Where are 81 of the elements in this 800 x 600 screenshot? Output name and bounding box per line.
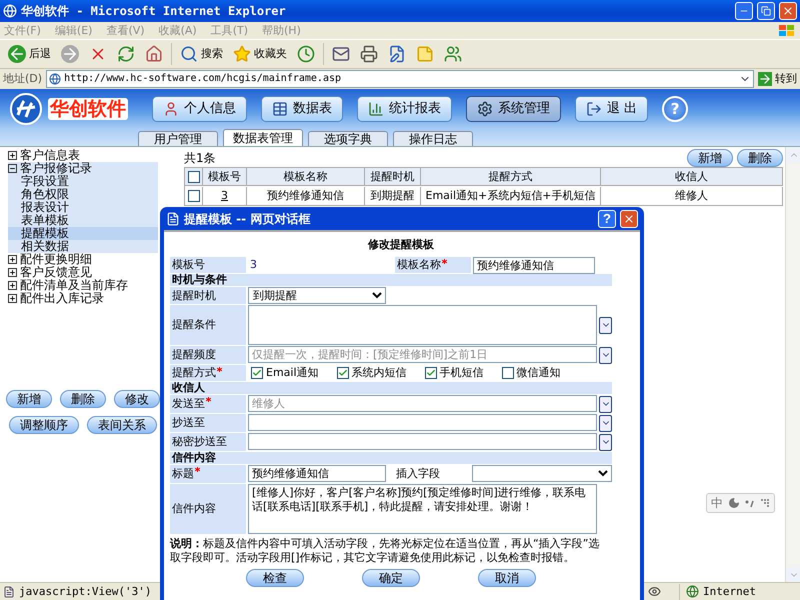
tree-item[interactable]: 角色权限 bbox=[8, 188, 158, 201]
field-label: 秘密抄送至 bbox=[172, 435, 227, 449]
field-label: 提醒方式 bbox=[172, 366, 216, 380]
notify-checkbox[interactable]: 系统内短信 bbox=[336, 366, 407, 380]
dialog-button[interactable]: 检查 bbox=[246, 569, 304, 587]
action-button[interactable]: 修改 bbox=[114, 390, 160, 408]
table-cell: 到期提醒 bbox=[365, 187, 421, 206]
dialog-heading: 修改提醒模板 bbox=[368, 238, 434, 252]
tree-item[interactable]: 客户信息表 bbox=[20, 149, 80, 162]
tab[interactable]: 操作日志 bbox=[393, 131, 473, 146]
text-area[interactable]: [维修人]你好，客户[客户名称]预约[预定维修时间]进行维修，联系电话[联系电话][联系手机]，特此提醒，请安排处理。谢谢！ bbox=[248, 484, 597, 534]
go-button[interactable]: 转到 bbox=[758, 72, 797, 86]
notify-checkbox[interactable]: 手机短信 bbox=[424, 366, 484, 380]
tab[interactable]: 选项字典 bbox=[308, 131, 388, 146]
column-header: 提醒方式 bbox=[421, 167, 601, 186]
record-count: 共1条 bbox=[184, 151, 216, 165]
help-button[interactable]: ? bbox=[598, 210, 616, 228]
nav-button[interactable]: 退 出 bbox=[575, 96, 648, 122]
section-header: 时机与条件 bbox=[170, 274, 612, 286]
tree-item[interactable]: 配件清单及当前库存 bbox=[20, 279, 128, 292]
action-button[interactable]: 删除 bbox=[60, 390, 106, 408]
search-button[interactable]: 搜索 bbox=[178, 43, 225, 65]
note-text: 说明：标题及信件内容中可填入活动字段，先将光标定位在适当位置，再从“插入字段”选取字段即可。活动字段用[]作标记，其它文字请避免使用此标记，以免检查时报错。 bbox=[170, 537, 600, 565]
dialog-title: 提醒模板 -- 网页对话框 bbox=[184, 212, 312, 226]
input-mode: 中 bbox=[711, 496, 723, 510]
dialog-button[interactable]: 取消 bbox=[478, 569, 536, 587]
field-label: 模板名称 bbox=[397, 258, 441, 272]
nav-button[interactable]: 个人信息 bbox=[152, 96, 247, 122]
field-label: 信件内容 bbox=[172, 502, 216, 516]
dialog-button[interactable]: 确定 bbox=[362, 569, 420, 587]
address-label: 地址(D) bbox=[3, 72, 42, 86]
field-value: 3 bbox=[249, 257, 258, 273]
nav-button[interactable]: 数据表 bbox=[261, 96, 343, 122]
address-field[interactable]: http://www.hc-software.com/hcgis/mainframe.asp bbox=[46, 70, 754, 88]
tab[interactable]: 用户管理 bbox=[138, 131, 218, 146]
column-header: 模板名称 bbox=[247, 167, 365, 186]
tree-item[interactable]: 字段设置 bbox=[8, 175, 158, 188]
name-field[interactable]: 预约维修通知信 bbox=[473, 257, 595, 274]
zone-label: Internet bbox=[703, 584, 756, 598]
tree-item[interactable]: 配件更换明细 bbox=[20, 253, 92, 266]
field-label: 模板号 bbox=[172, 258, 205, 272]
section-header: 收信人 bbox=[170, 382, 612, 394]
field-label: 抄送至 bbox=[172, 416, 205, 430]
notify-checkbox[interactable]: 微信通知 bbox=[502, 366, 561, 380]
section-header: 信件内容 bbox=[170, 452, 612, 464]
back-button[interactable]: 后退 bbox=[6, 43, 53, 65]
field-label: 提醒时机 bbox=[172, 288, 216, 302]
tree-item[interactable]: 相关数据 bbox=[8, 240, 158, 253]
action-button[interactable]: 新增 bbox=[687, 149, 733, 167]
action-button[interactable]: 调整顺序 bbox=[9, 416, 79, 434]
nav-button[interactable]: 统计报表 bbox=[357, 96, 452, 122]
action-button[interactable]: 删除 bbox=[737, 149, 783, 167]
table-cell: 维修人 bbox=[601, 187, 783, 206]
timing-select[interactable]: 到期提醒 bbox=[248, 287, 386, 304]
column-header: 模板号 bbox=[203, 167, 247, 186]
column-header: 收信人 bbox=[601, 167, 783, 186]
field-label: 发送至 bbox=[172, 397, 205, 411]
field-label: 提醒频度 bbox=[172, 348, 216, 362]
tree-item[interactable]: 客户报修记录 bbox=[20, 162, 92, 175]
window-title: 华创软件 - Microsoft Internet Explorer bbox=[21, 4, 287, 18]
field-label: 提醒条件 bbox=[172, 318, 216, 332]
notify-checkbox[interactable]: Email通知 bbox=[251, 366, 319, 380]
tree-item[interactable]: 客户反馈意见 bbox=[20, 266, 92, 279]
status-text: javascript:View('3') bbox=[19, 584, 152, 598]
tree-item[interactable]: 配件出入库记录 bbox=[20, 292, 104, 305]
tree-item[interactable]: 表单模板 bbox=[8, 214, 158, 227]
logo-text: 华创软件 bbox=[48, 98, 128, 120]
subject-field[interactable]: 预约维修通知信 bbox=[248, 465, 386, 482]
tree-item[interactable]: 报表设计 bbox=[8, 201, 158, 214]
field-label: 插入字段 bbox=[396, 467, 440, 481]
favorites-button[interactable]: 收藏夹 bbox=[231, 43, 289, 65]
field-label: 标题 bbox=[172, 467, 194, 481]
action-button[interactable]: 表间关系 bbox=[87, 416, 157, 434]
tree-item[interactable]: 提醒模板 bbox=[8, 227, 158, 240]
column-header: 提醒时机 bbox=[365, 167, 421, 186]
table-cell: 预约维修通知信 bbox=[247, 187, 365, 206]
action-button[interactable]: 新增 bbox=[6, 390, 52, 408]
nav-button[interactable]: 系统管理 bbox=[466, 96, 561, 122]
table-cell: Email通知+系统内短信+手机短信 bbox=[421, 187, 601, 206]
template-link[interactable]: 3 bbox=[221, 189, 228, 203]
tab[interactable]: 数据表管理 bbox=[223, 129, 303, 146]
